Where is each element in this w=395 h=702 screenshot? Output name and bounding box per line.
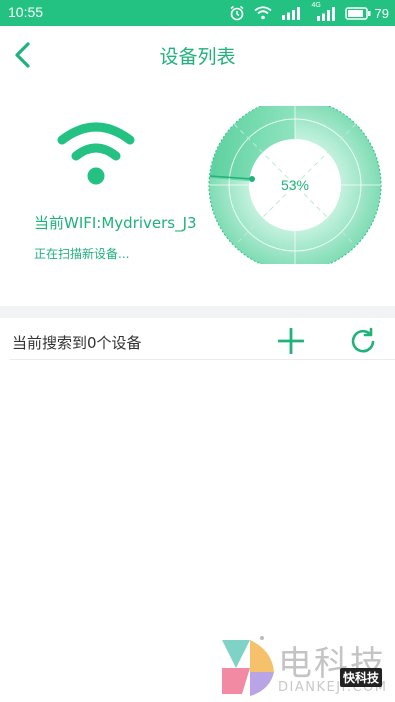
scan-progress-text: 53% [281,177,309,193]
battery-group: 79 [344,5,389,21]
section-divider [0,306,395,318]
alarm-icon [230,5,243,21]
status-bar: 10:55 4G 79 [0,0,395,26]
current-wifi-label: 当前WIFI:Mydrivers_J3 [34,214,197,232]
wifi-icon [253,6,272,20]
signal-icon: 4G [312,2,336,21]
plus-icon[interactable] [278,328,304,354]
battery-icon [344,6,371,20]
row-separator [10,359,395,360]
scan-radar: 53% [208,106,382,264]
radar-dot [249,176,255,182]
refresh-icon[interactable] [349,327,377,355]
device-count-text: 当前搜索到0个设备 [12,334,142,352]
device-count-row: 当前搜索到0个设备 [0,318,395,360]
watermark-badge: 快科技 [340,668,383,687]
status-icons: 4G 79 [229,2,389,23]
status-time: 10:55 [8,4,44,20]
scan-status-text: 正在扫描新设备... [34,247,130,261]
signal-icon [281,7,300,20]
page-title: 设备列表 [159,46,236,68]
wifi-icon [57,122,135,185]
battery-percent: 79 [374,5,389,21]
header: 设备列表 [0,26,395,84]
